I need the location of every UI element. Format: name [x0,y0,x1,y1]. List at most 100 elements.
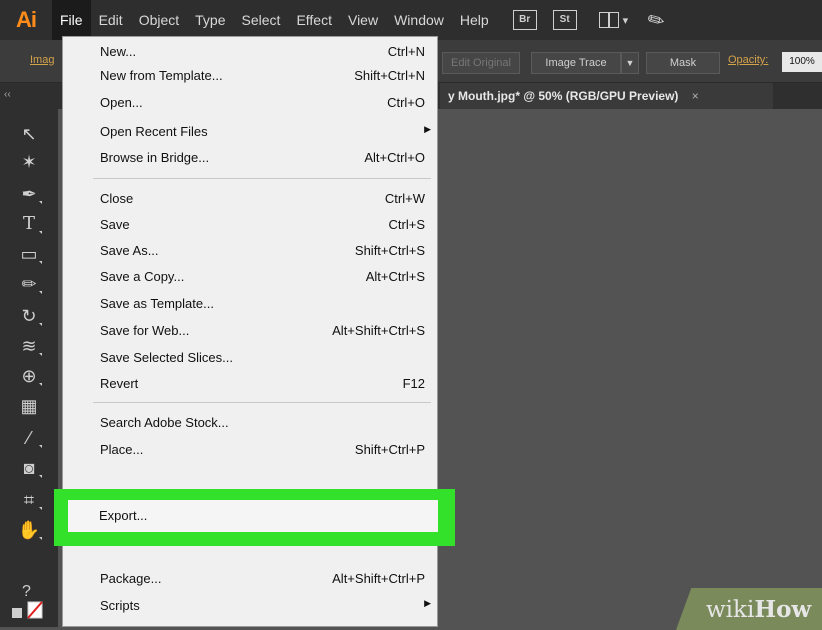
menu-item-shortcut: Alt+Shift+Ctrl+P [332,571,425,586]
document-tab[interactable]: y Mouth.jpg* @ 50% (RGB/GPU Preview) × [440,83,773,109]
menu-item-shortcut: Ctrl+N [387,44,425,59]
hand-tool-icon[interactable]: ✋ [14,517,44,543]
document-tab-title: y Mouth.jpg* @ 50% (RGB/GPU Preview) [448,89,679,103]
menu-window[interactable]: Window [386,0,452,40]
eyedropper-tool-icon[interactable]: ⁄ [14,425,44,451]
chevron-down-icon: ▾ [622,14,629,27]
help-icon[interactable]: ? [22,583,31,601]
symbol-sprayer-tool-icon[interactable]: ◙ [14,455,44,481]
menu-separator [93,178,431,179]
submenu-arrow-icon: ▶ [424,124,431,134]
menu-item-save-a-copy[interactable]: Save a Copy... Alt+Ctrl+S [63,266,437,288]
menu-item-shortcut: Shift+Ctrl+P [354,442,425,457]
menu-item-save-selected-slices[interactable]: Save Selected Slices... [63,347,437,369]
illustrator-logo: Ai [16,7,37,32]
menu-separator [93,402,431,403]
menu-item-scripts[interactable]: Scripts ▶ [63,595,437,617]
bridge-button[interactable]: Br [512,10,537,30]
opacity-field[interactable]: 100% [782,52,822,72]
shape-builder-tool-icon[interactable]: ⊕ [14,363,44,389]
menu-item-label: Open Recent Files [100,124,208,139]
menu-view[interactable]: View [340,0,386,40]
selection-tool-icon[interactable]: ↖ [14,121,44,147]
menu-item-label: Close [100,191,134,206]
menu-item-shortcut: Alt+Ctrl+S [365,269,425,284]
artboard-tool-icon[interactable]: ⌗ [14,487,44,513]
mask-button[interactable]: Mask [646,52,720,74]
menu-item-label: New from Template... [100,68,223,83]
menu-item-label: Save As... [100,243,159,258]
menu-item-shortcut: Ctrl+O [387,95,425,110]
menu-item-browse-in-bridge[interactable]: Browse in Bridge... Alt+Ctrl+O [63,147,437,169]
menu-item-shortcut: Shift+Ctrl+S [354,243,425,258]
menu-item-save-as-template[interactable]: Save as Template... [63,293,437,315]
menu-item-shortcut: Alt+Ctrl+O [364,150,425,165]
menu-item-new-from-template[interactable]: New from Template... Shift+Ctrl+N [63,65,437,87]
menu-item-label: Save as Template... [100,296,214,311]
menu-item-close[interactable]: Close Ctrl+W [63,188,437,210]
menu-item-label: Export... [99,508,148,523]
menu-file[interactable]: File [52,0,91,40]
menu-bar: Ai File Edit Object Type Select Effect V… [0,0,822,40]
menu-item-label: Browse in Bridge... [100,150,210,165]
collapse-panel-icon[interactable]: ‹‹ [4,89,11,100]
menu-item-shortcut: Alt+Shift+Ctrl+S [332,323,425,338]
pen-tool-icon[interactable]: ✒ [14,181,44,207]
pencil-tool-icon[interactable]: ✏ [14,271,44,297]
menu-item-open[interactable]: Open... Ctrl+O [63,92,437,114]
menu-item-revert[interactable]: Revert F12 [63,373,437,395]
opacity-label[interactable]: Opacity: [728,54,768,66]
close-tab-icon[interactable]: × [692,89,699,103]
grid-icon [598,12,619,28]
wikihow-how: How [754,596,812,623]
menu-help[interactable]: Help [452,0,497,40]
menu-select[interactable]: Select [234,0,289,40]
menu-item-label: Save for Web... [100,323,190,338]
magic-wand-tool-icon[interactable]: ✶ [14,149,44,175]
menu-item-label: Package... [100,571,162,586]
tools-panel: ↖ ✶ ✒ T ▭ ✏ ↻ ≋ ⊕ ▦ ⁄ ◙ ⌗ ✋ [0,109,58,627]
type-tool-icon[interactable]: T [14,211,44,237]
menu-item-label: Scripts [100,598,140,613]
image-label[interactable]: Imag [30,54,54,66]
menu-item-label: New... [100,44,137,59]
menu-item-label: Place... [100,442,144,457]
menu-item-shortcut: Ctrl+W [384,191,425,206]
menu-item-search-adobe-stock[interactable]: Search Adobe Stock... [63,412,437,434]
rotate-tool-icon[interactable]: ↻ [14,303,44,329]
menu-object[interactable]: Object [131,0,187,40]
menu-item-label: Save Selected Slices... [100,350,233,365]
menu-item-open-recent[interactable]: Open Recent Files ▶ [63,121,437,143]
menu-item-shortcut: Ctrl+S [388,217,425,232]
menu-item-save-as[interactable]: Save As... Shift+Ctrl+S [63,240,437,262]
stock-button[interactable]: St [552,10,577,30]
width-tool-icon[interactable]: ≋ [14,333,44,359]
edit-original-button[interactable]: Edit Original [442,52,520,74]
menu-item-package[interactable]: Package... Alt+Shift+Ctrl+P [63,568,437,590]
chevron-down-icon: ▼ [625,58,635,68]
rectangle-tool-icon[interactable]: ▭ [14,241,44,267]
menu-item-label: Open... [100,95,143,110]
menu-item-label: Revert [100,376,139,391]
menu-item-label: Save [100,217,130,232]
wikihow-wiki: wiki [706,597,755,623]
menu-edit[interactable]: Edit [91,0,131,40]
menu-item-place[interactable]: Place... Shift+Ctrl+P [63,439,437,461]
fill-stroke-swatch[interactable] [10,600,44,620]
menu-item-save[interactable]: Save Ctrl+S [63,214,437,236]
image-trace-button[interactable]: Image Trace [531,52,621,74]
chart-tool-icon[interactable]: ▦ [14,393,44,419]
image-trace-dropdown[interactable]: ▼ [621,52,639,74]
menu-effect[interactable]: Effect [288,0,340,40]
menu-item-shortcut: F12 [402,376,425,391]
menu-item-export[interactable]: Export... [68,500,438,532]
menu-item-label: Save a Copy... [100,269,185,284]
menu-item-label: Search Adobe Stock... [100,415,229,430]
arrange-documents-button[interactable]: ▾ [598,12,629,28]
feather-icon[interactable]: ✎ [643,5,670,35]
menu-item-shortcut: Shift+Ctrl+N [354,68,425,83]
menu-type[interactable]: Type [187,0,233,40]
menu-item-save-for-web[interactable]: Save for Web... Alt+Shift+Ctrl+S [63,320,437,342]
menu-item-new[interactable]: New... Ctrl+N [63,41,437,63]
submenu-arrow-icon: ▶ [424,598,431,608]
